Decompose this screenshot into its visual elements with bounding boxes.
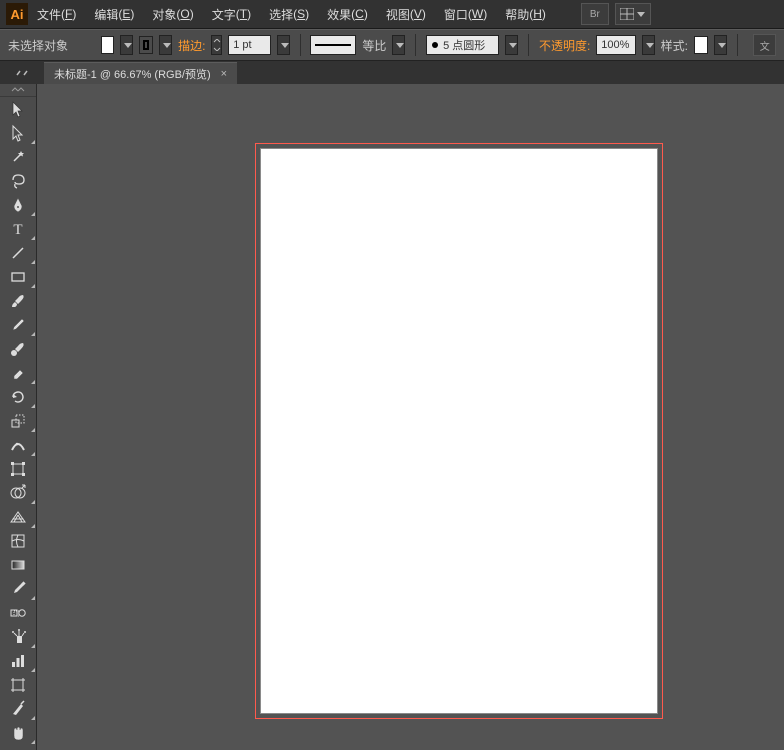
main-area: T [0, 84, 784, 750]
profile-preview[interactable] [310, 35, 356, 55]
tool-direct-selection[interactable] [0, 121, 36, 145]
tool-gradient[interactable] [0, 553, 36, 577]
tool-perspective-grid[interactable] [0, 505, 36, 529]
separator [528, 34, 529, 56]
stroke-weight-link[interactable] [211, 35, 222, 55]
opacity-label: 不透明度: [539, 37, 590, 54]
brush-dropdown[interactable] [505, 35, 518, 55]
tool-scale[interactable] [0, 409, 36, 433]
tool-pen[interactable] [0, 193, 36, 217]
fill-dropdown[interactable] [120, 35, 133, 55]
tool-pencil[interactable] [0, 313, 36, 337]
tool-selection[interactable] [0, 97, 36, 121]
menu-edit[interactable]: 编辑(E) [85, 0, 143, 28]
tool-slice[interactable] [0, 697, 36, 721]
tool-type[interactable]: T [0, 217, 36, 241]
svg-text:T: T [13, 222, 22, 238]
menu-window[interactable]: 窗口(W) [435, 0, 496, 28]
style-label: 样式: [661, 37, 688, 54]
fill-swatch[interactable] [101, 36, 115, 54]
tool-rotate[interactable] [0, 385, 36, 409]
menu-file[interactable]: 文件(F) [28, 0, 85, 28]
menu-select[interactable]: 选择(S) [260, 0, 318, 28]
arrange-documents-button[interactable] [615, 3, 651, 25]
tool-rectangle[interactable] [0, 265, 36, 289]
tool-lasso[interactable] [0, 169, 36, 193]
tool-eyedropper[interactable] [0, 577, 36, 601]
app-logo-text: Ai [11, 7, 24, 22]
tool-eraser[interactable] [0, 361, 36, 385]
stroke-dropdown[interactable] [159, 35, 172, 55]
tool-graph[interactable] [0, 649, 36, 673]
menu-view[interactable]: 视图(V) [377, 0, 435, 28]
stroke-weight-dropdown[interactable] [277, 35, 290, 55]
stroke-label: 描边: [178, 37, 205, 54]
document-tab-bar: 未标题-1 @ 66.67% (RGB/预览) × [0, 61, 784, 86]
tools-panel: T [0, 84, 37, 750]
opacity-dropdown[interactable] [642, 35, 655, 55]
canvas-area[interactable] [37, 84, 784, 750]
menu-effect[interactable]: 效果(C) [318, 0, 377, 28]
tools-grip[interactable] [0, 84, 36, 97]
style-dropdown[interactable] [714, 35, 727, 55]
profile-label: 等比 [362, 37, 386, 54]
separator [415, 34, 416, 56]
stroke-swatch[interactable] [139, 36, 153, 54]
stroke-weight-field[interactable]: 1 pt [228, 35, 270, 55]
bridge-button[interactable]: Br [581, 3, 609, 25]
menu-type[interactable]: 文字(T) [203, 0, 260, 28]
more-options-button[interactable]: 文 [753, 34, 776, 56]
panel-collapse-handle[interactable] [0, 61, 44, 85]
tool-width[interactable] [0, 433, 36, 457]
artboard-selection-outline [255, 143, 663, 719]
profile-dropdown[interactable] [392, 35, 405, 55]
close-icon[interactable]: × [221, 68, 227, 80]
app-logo: Ai [6, 3, 28, 25]
tool-mesh[interactable] [0, 529, 36, 553]
tool-blob-brush[interactable] [0, 337, 36, 361]
opacity-field[interactable]: 100% [596, 35, 635, 55]
style-swatch[interactable] [694, 36, 708, 54]
tool-shape-builder[interactable] [0, 481, 36, 505]
tool-blend[interactable] [0, 601, 36, 625]
tool-magic-wand[interactable] [0, 145, 36, 169]
menu-help[interactable]: 帮助(H) [496, 0, 555, 28]
tool-artboard[interactable] [0, 673, 36, 697]
separator [300, 34, 301, 56]
menu-object[interactable]: 对象(O) [143, 0, 202, 28]
brush-field[interactable]: 5 点圆形 [426, 35, 499, 55]
artboard[interactable] [260, 148, 658, 714]
tool-paintbrush[interactable] [0, 289, 36, 313]
chevron-down-icon [637, 12, 645, 17]
tool-symbol-sprayer[interactable] [0, 625, 36, 649]
document-tab-title: 未标题-1 @ 66.67% (RGB/预览) [54, 66, 211, 82]
control-bar: 未选择对象 描边: 1 pt 等比 5 点圆形 不透明度: 100% 样式: 文 [0, 29, 784, 61]
document-tab[interactable]: 未标题-1 @ 66.67% (RGB/预览) × [44, 62, 237, 85]
tool-hand[interactable] [0, 721, 36, 745]
tool-line[interactable] [0, 241, 36, 265]
separator [737, 34, 738, 56]
tool-free-transform[interactable] [0, 457, 36, 481]
menu-bar: Ai 文件(F) 编辑(E) 对象(O) 文字(T) 选择(S) 效果(C) 视… [0, 0, 784, 29]
selection-status: 未选择对象 [8, 37, 68, 54]
